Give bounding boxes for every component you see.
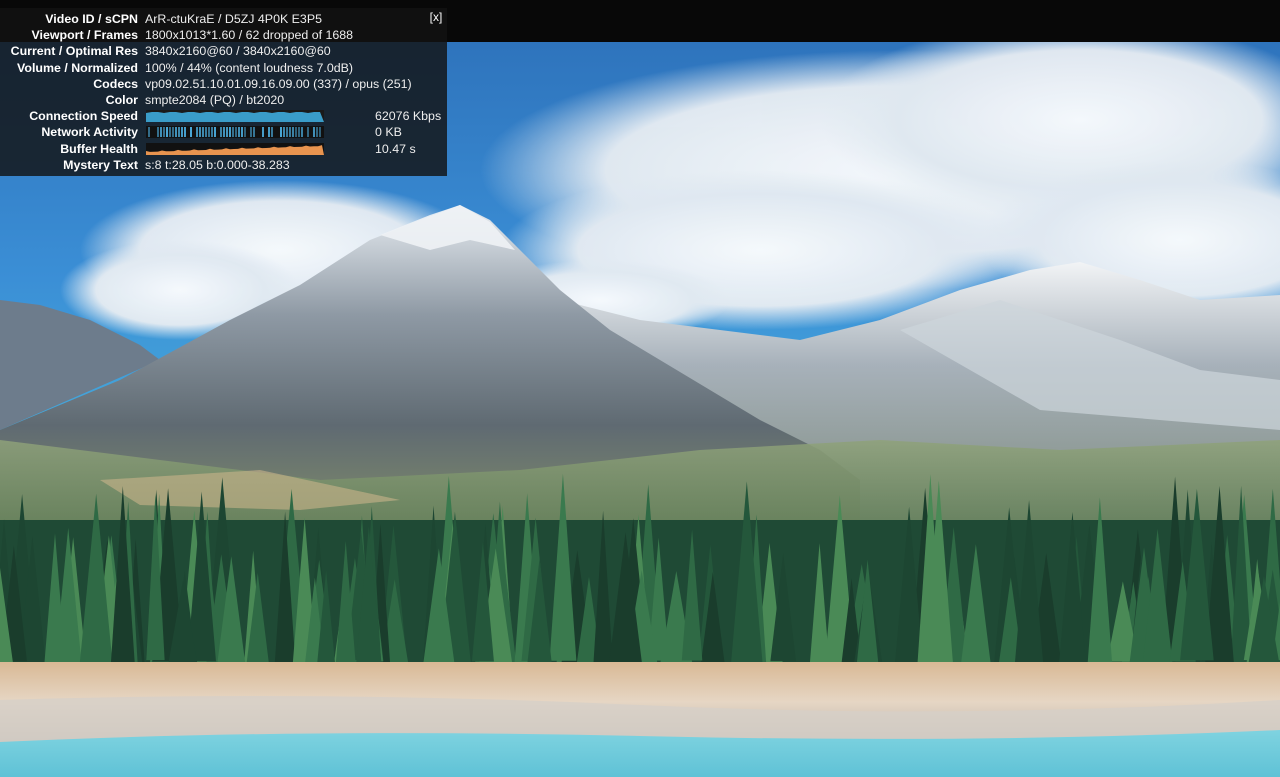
network-activity-bar <box>289 127 291 138</box>
network-activity-bar <box>316 127 318 138</box>
stats-for-nerds-panel: [x] Video ID / sCPN ArR-ctuKraE / D5ZJ 4… <box>0 8 447 176</box>
network-activity-bar <box>235 127 237 138</box>
network-activity-bar <box>205 127 207 138</box>
network-activity-bar <box>175 127 177 138</box>
network-activity-bar <box>184 127 186 138</box>
video-player[interactable]: [x] Video ID / sCPN ArR-ctuKraE / D5ZJ 4… <box>0 0 1280 777</box>
stat-row-network-activity: Network Activity 0 KB <box>0 124 447 140</box>
network-activity-bar <box>313 127 315 138</box>
network-activity-bar <box>214 127 216 138</box>
network-activity-bar <box>283 127 285 138</box>
network-activity-bar <box>211 127 213 138</box>
stat-row-color: Color smpte2084 (PQ) / bt2020 <box>0 92 447 108</box>
network-activity-bar <box>307 127 309 138</box>
network-activity-bar <box>178 127 180 138</box>
connection-speed-graph <box>146 110 324 123</box>
network-activity-bar <box>238 127 240 138</box>
network-activity-bar <box>196 127 198 138</box>
network-activity-bar <box>229 127 231 138</box>
stat-row-video-id: Video ID / sCPN ArR-ctuKraE / D5ZJ 4P0K … <box>0 11 447 27</box>
network-activity-bar <box>226 127 228 138</box>
stat-label: Video ID / sCPN <box>45 12 138 26</box>
stat-value: 1800x1013*1.60 / 62 dropped of 1688 <box>145 28 354 43</box>
stat-value: 10.47 s <box>375 141 416 156</box>
stat-row-mystery-text: Mystery Text s:8 t:28.05 b:0.000-38.283 <box>0 157 447 173</box>
stat-row-connection-speed: Connection Speed 62076 Kbps <box>0 108 447 124</box>
network-activity-bar <box>181 127 183 138</box>
network-activity-bar <box>202 127 204 138</box>
network-activity-bar <box>163 127 165 138</box>
network-activity-bar <box>241 127 243 138</box>
network-activity-bar <box>208 127 210 138</box>
stat-row-viewport: Viewport / Frames 1800x1013*1.60 / 62 dr… <box>0 27 447 43</box>
stat-label: Color <box>105 92 138 107</box>
network-activity-bar <box>199 127 201 138</box>
buffer-health-graph <box>146 142 324 155</box>
network-activity-bar <box>232 127 234 138</box>
network-activity-bar <box>292 127 294 138</box>
stat-value: s:8 t:28.05 b:0.000-38.283 <box>145 157 290 172</box>
stat-row-volume: Volume / Normalized 100% / 44% (content … <box>0 60 447 76</box>
network-activity-bar <box>157 127 159 138</box>
stat-value: 3840x2160@60 / 3840x2160@60 <box>145 44 331 59</box>
network-activity-bar <box>190 127 192 138</box>
network-activity-bar <box>169 127 171 138</box>
network-activity-bar <box>244 127 246 138</box>
stat-label: Viewport / Frames <box>31 28 138 43</box>
network-activity-bar <box>298 127 300 138</box>
stat-value: 0 KB <box>375 125 402 140</box>
network-activity-bar <box>223 127 225 138</box>
network-activity-bar <box>250 127 252 138</box>
network-activity-bar <box>271 127 273 138</box>
network-activity-bar <box>253 127 255 138</box>
stat-label: Network Activity <box>41 125 138 140</box>
network-activity-bar <box>268 127 270 138</box>
stat-label: Volume / Normalized <box>17 60 138 75</box>
network-activity-bar <box>160 127 162 138</box>
network-activity-bar <box>262 127 264 138</box>
stat-label: Connection Speed <box>29 109 138 124</box>
stat-label: Codecs <box>93 76 138 91</box>
network-activity-bar <box>166 127 168 138</box>
network-activity-bar <box>319 127 321 138</box>
stat-value: 62076 Kbps <box>375 109 442 124</box>
stat-row-resolution: Current / Optimal Res 3840x2160@60 / 384… <box>0 43 447 59</box>
stat-label: Current / Optimal Res <box>10 44 138 59</box>
network-activity-bar <box>286 127 288 138</box>
network-activity-bar <box>280 127 282 138</box>
stat-label: Mystery Text <box>63 157 138 172</box>
stat-value: smpte2084 (PQ) / bt2020 <box>145 92 285 107</box>
stat-label: Buffer Health <box>60 141 138 156</box>
stat-value: 100% / 44% (content loudness 7.0dB) <box>145 60 354 75</box>
stat-value: vp09.02.51.10.01.09.16.09.00 (337) / opu… <box>145 76 412 91</box>
stat-row-codecs: Codecs vp09.02.51.10.01.09.16.09.00 (337… <box>0 76 447 92</box>
network-activity-graph <box>146 126 324 139</box>
stat-value: ArR-ctuKraE / D5ZJ 4P0K E3P5 <box>145 12 322 26</box>
network-activity-bar <box>301 127 303 138</box>
network-activity-bar <box>172 127 174 138</box>
network-activity-bar <box>148 127 150 138</box>
network-activity-bar <box>220 127 222 138</box>
network-activity-bar <box>295 127 297 138</box>
stat-row-buffer-health: Buffer Health 10.47 s <box>0 141 447 157</box>
connection-speed-fill <box>146 112 324 123</box>
